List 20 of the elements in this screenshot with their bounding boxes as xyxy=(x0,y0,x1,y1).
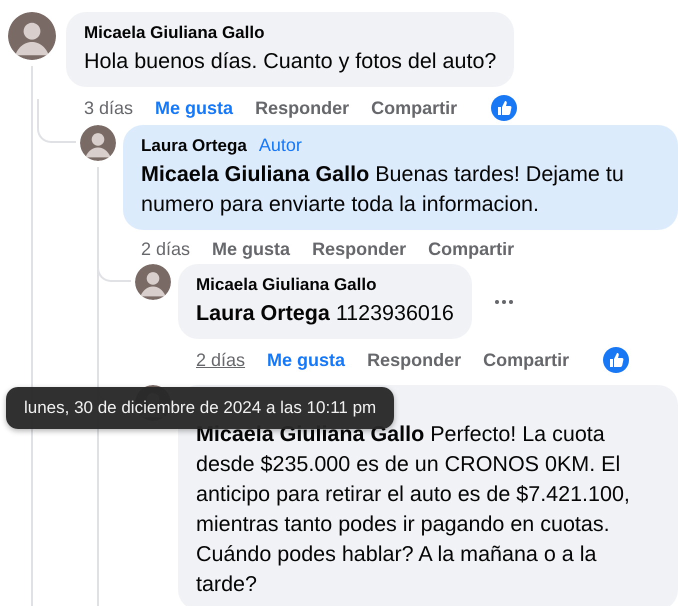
author-name[interactable]: Micaela Giuliana Gallo xyxy=(196,273,376,296)
like-link[interactable]: Me gusta xyxy=(212,238,290,260)
reply-link[interactable]: Responder xyxy=(255,97,350,119)
author-name[interactable]: Laura Ortega xyxy=(141,134,247,157)
share-link[interactable]: Compartir xyxy=(371,97,458,119)
author-label: Autor xyxy=(258,135,302,156)
author-name[interactable]: Micaela Giuliana Gallo xyxy=(84,21,264,44)
comment-text: Laura Ortega 1123936016 xyxy=(196,300,454,327)
comment-text: Hola buenos días. Cuanto y fotos del auto? xyxy=(84,48,496,75)
reply-link[interactable]: Responder xyxy=(367,349,462,371)
like-link[interactable]: Me gusta xyxy=(155,97,234,119)
comment-time[interactable]: 3 días xyxy=(84,97,134,119)
reply-link[interactable]: Responder xyxy=(312,238,406,260)
comment-time[interactable]: 2 días xyxy=(196,349,246,371)
comment-time[interactable]: 2 días xyxy=(141,238,190,260)
comment-text: Micaela Giuliana Gallo Buenas tardes! Dejame tu numero para enviarte toda la informacion. xyxy=(141,161,625,218)
share-link[interactable]: Compartir xyxy=(483,349,570,371)
like-link[interactable]: Me gusta xyxy=(267,349,346,371)
tooltip: lunes, 30 de diciembre de 2024 a las 10:11 pm xyxy=(6,387,394,429)
share-link[interactable]: Compartir xyxy=(428,238,514,260)
